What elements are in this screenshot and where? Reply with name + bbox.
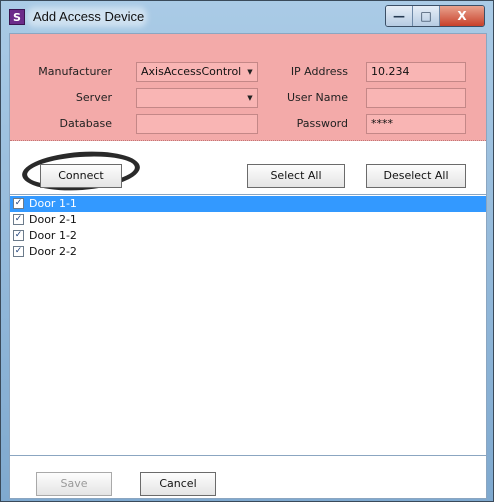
list-item[interactable]: ✓ Door 2-1 bbox=[10, 212, 486, 228]
connect-button[interactable]: Connect bbox=[40, 164, 122, 188]
window-controls: — □ X bbox=[385, 5, 485, 27]
deselect-all-button[interactable]: Deselect All bbox=[366, 164, 466, 188]
chevron-down-icon[interactable]: ▼ bbox=[243, 89, 257, 107]
database-label: Database bbox=[59, 117, 113, 130]
checkmark-icon[interactable]: ✓ bbox=[13, 198, 24, 209]
manufacturer-value: AxisAccessControl bbox=[141, 65, 242, 78]
checkmark-icon[interactable]: ✓ bbox=[13, 214, 24, 225]
ip-address-label: IP Address bbox=[290, 65, 348, 78]
checkmark-icon[interactable]: ✓ bbox=[13, 246, 24, 257]
manufacturer-label: Manufacturer bbox=[38, 65, 112, 78]
server-select[interactable]: ▼ bbox=[136, 88, 258, 108]
dialog-client-area: Manufacturer AxisAccessControl ▼ Server … bbox=[9, 33, 487, 499]
cancel-button[interactable]: Cancel bbox=[140, 472, 216, 496]
maximize-button[interactable]: □ bbox=[413, 6, 440, 26]
list-item-label: Door 2-2 bbox=[29, 245, 77, 258]
ip-address-field[interactable]: 10.234 bbox=[366, 62, 466, 82]
password-field[interactable]: **** bbox=[366, 114, 466, 134]
window-title: Add Access Device bbox=[33, 9, 145, 24]
select-all-button[interactable]: Select All bbox=[247, 164, 345, 188]
server-label: Server bbox=[75, 91, 112, 104]
checkmark-icon[interactable]: ✓ bbox=[13, 230, 24, 241]
list-item[interactable]: ✓ Door 2-2 bbox=[10, 244, 486, 260]
list-item-label: Door 1-1 bbox=[29, 197, 77, 210]
list-item-label: Door 2-1 bbox=[29, 213, 77, 226]
list-item-label: Door 1-2 bbox=[29, 229, 77, 242]
close-button[interactable]: X bbox=[440, 6, 484, 26]
list-item[interactable]: ✓ Door 1-1 bbox=[10, 196, 486, 212]
title-bar[interactable]: S Add Access Device — □ X bbox=[1, 1, 493, 33]
device-settings-panel: Manufacturer AxisAccessControl ▼ Server … bbox=[10, 34, 486, 141]
list-item[interactable]: ✓ Door 1-2 bbox=[10, 228, 486, 244]
manufacturer-select[interactable]: AxisAccessControl ▼ bbox=[136, 62, 258, 82]
password-label: Password bbox=[296, 117, 348, 130]
minimize-button[interactable]: — bbox=[386, 6, 413, 26]
save-button[interactable]: Save bbox=[36, 472, 112, 496]
database-field[interactable] bbox=[136, 114, 258, 134]
user-name-label: User Name bbox=[286, 91, 348, 104]
user-name-field[interactable] bbox=[366, 88, 466, 108]
app-icon: S bbox=[9, 9, 25, 25]
door-list[interactable]: ✓ Door 1-1 ✓ Door 2-1 ✓ Door 1-2 ✓ Door … bbox=[10, 194, 486, 456]
add-access-device-window: S Add Access Device — □ X Manufacturer A… bbox=[0, 0, 494, 502]
chevron-down-icon[interactable]: ▼ bbox=[243, 63, 257, 81]
